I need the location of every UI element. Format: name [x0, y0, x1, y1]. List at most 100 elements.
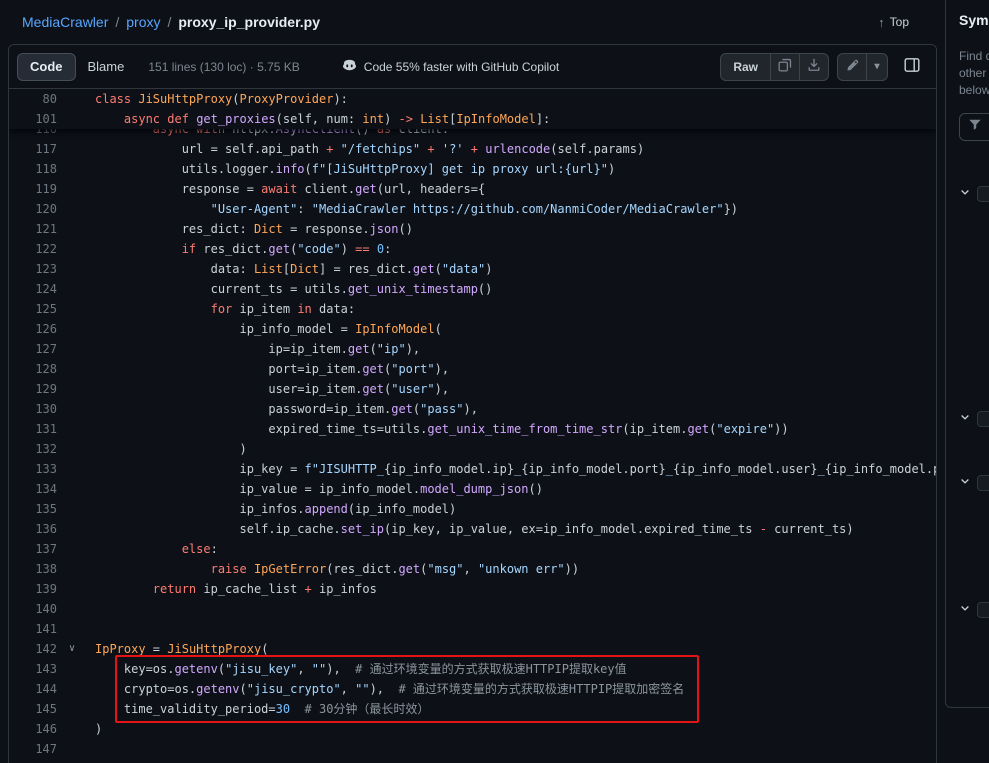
line-number[interactable]: 132: [9, 439, 57, 459]
line-number[interactable]: 147: [9, 739, 57, 759]
code-line-content: self.ip_cache.set_ip(ip_key, ip_value, e…: [57, 519, 936, 539]
code-line-content: ip_key = f"JISUHTTP_{ip_info_model.ip}_{…: [57, 459, 936, 479]
symbols-panel-toggle-button[interactable]: [896, 53, 928, 81]
clipped-code-line-wrap: 116 async with httpx.AsyncClient() as cl…: [9, 129, 936, 139]
line-number[interactable]: 126: [9, 319, 57, 339]
code-line-content: response = await client.get(url, headers…: [57, 179, 936, 199]
line-number[interactable]: 134: [9, 479, 57, 499]
edit-actions-group: ▾: [837, 53, 888, 81]
pencil-icon: [846, 59, 859, 75]
file-header-bar: MediaCrawler / proxy / proxy_ip_provider…: [0, 0, 989, 44]
chevron-down-icon: [959, 601, 971, 619]
line-number[interactable]: 140: [9, 599, 57, 619]
code-line: 133 ip_key = f"JISUHTTP_{ip_info_model.i…: [9, 459, 936, 479]
code-line: 127 ip=ip_item.get("ip"),: [9, 339, 936, 359]
code-line: 116 async with httpx.AsyncClient() as cl…: [9, 129, 936, 139]
breadcrumb-folder-link[interactable]: proxy: [126, 14, 160, 30]
code-line-content: utils.logger.info(f"[JiSuHttpProxy] get …: [57, 159, 936, 179]
line-number[interactable]: 128: [9, 359, 57, 379]
symbol-tree-toggle[interactable]: [959, 601, 989, 619]
code-line: 132 ): [9, 439, 936, 459]
code-line-content: "User-Agent": "MediaCrawler https://gith…: [57, 199, 936, 219]
line-number[interactable]: 117: [9, 139, 57, 159]
code-line-content: ip_info_model = IpInfoModel(: [57, 319, 936, 339]
code-line: 123 data: List[Dict] = res_dict.get("dat…: [9, 259, 936, 279]
line-number[interactable]: 135: [9, 499, 57, 519]
code-line: 118 utils.logger.info(f"[JiSuHttpProxy] …: [9, 159, 936, 179]
symbols-description-line: Find definitions and references for func…: [959, 48, 989, 65]
line-number[interactable]: 118: [9, 159, 57, 179]
code-line-content: time_validity_period=30 # 30分钟（最长时效）: [57, 699, 936, 719]
symbol-tree-toggle[interactable]: [959, 185, 989, 203]
code-line-content: crypto=os.getenv("jisu_crypto", ""), # 通…: [57, 679, 936, 699]
code-line: 138 raise IpGetError(res_dict.get("msg",…: [9, 559, 936, 579]
raw-button[interactable]: Raw: [720, 53, 771, 81]
line-number[interactable]: 127: [9, 339, 57, 359]
code-line-content: return ip_cache_list + ip_infos: [57, 579, 936, 599]
line-number[interactable]: 80: [9, 89, 57, 109]
line-number[interactable]: 125: [9, 299, 57, 319]
code-line-content: [57, 599, 936, 619]
line-number[interactable]: 133: [9, 459, 57, 479]
symbols-description-line: below or in the code.: [959, 82, 989, 99]
code-line-content: ): [57, 439, 936, 459]
line-number[interactable]: 130: [9, 399, 57, 419]
code-line-content: key=os.getenv("jisu_key", ""), # 通过环境变量的…: [57, 659, 936, 679]
symbol-tree-toggle[interactable]: [959, 474, 989, 492]
line-number[interactable]: 142: [9, 639, 57, 659]
line-number[interactable]: 146: [9, 719, 57, 739]
line-number[interactable]: 120: [9, 199, 57, 219]
collapse-chevron-icon[interactable]: ∨: [69, 639, 75, 659]
edit-file-button[interactable]: [837, 53, 867, 81]
filter-symbols-button[interactable]: [959, 113, 989, 141]
code-line: 125 for ip_item in data:: [9, 299, 936, 319]
breadcrumb-file-name: proxy_ip_provider.py: [178, 14, 320, 30]
symbol-pill: [977, 411, 989, 427]
scroll-to-top-label: Top: [890, 15, 909, 29]
line-number[interactable]: 143: [9, 659, 57, 679]
breadcrumb-repo-link[interactable]: MediaCrawler: [22, 14, 108, 30]
code-line: 121 res_dict: Dict = response.json(): [9, 219, 936, 239]
code-line-content: raise IpGetError(res_dict.get("msg", "un…: [57, 559, 936, 579]
line-number[interactable]: 145: [9, 699, 57, 719]
symbol-tree-toggle[interactable]: [959, 410, 989, 428]
breadcrumb: MediaCrawler / proxy / proxy_ip_provider…: [22, 14, 320, 30]
line-number[interactable]: 139: [9, 579, 57, 599]
scroll-to-top-button[interactable]: ↑ Top: [878, 15, 909, 30]
line-number[interactable]: 141: [9, 619, 57, 639]
line-number[interactable]: 124: [9, 279, 57, 299]
code-line: 147: [9, 739, 936, 759]
code-line: 134 ip_value = ip_info_model.model_dump_…: [9, 479, 936, 499]
code-line-content: expired_time_ts=utils.get_unix_time_from…: [57, 419, 936, 439]
edit-options-dropdown-button[interactable]: ▾: [866, 53, 888, 81]
line-number[interactable]: 122: [9, 239, 57, 259]
code-line: 141: [9, 619, 936, 639]
symbol-pill: [977, 602, 989, 618]
line-number[interactable]: 137: [9, 539, 57, 559]
code-line: 143 key=os.getenv("jisu_key", ""), # 通过环…: [9, 659, 936, 679]
line-number[interactable]: 101: [9, 109, 57, 129]
line-number[interactable]: 131: [9, 419, 57, 439]
line-number[interactable]: 136: [9, 519, 57, 539]
toolbar-actions: Raw ▾: [720, 53, 928, 81]
download-raw-button[interactable]: [799, 53, 829, 81]
tab-code[interactable]: Code: [17, 53, 76, 81]
line-number[interactable]: 138: [9, 559, 57, 579]
copy-raw-button[interactable]: [770, 53, 800, 81]
tab-blame[interactable]: Blame: [76, 53, 137, 81]
line-number[interactable]: 119: [9, 179, 57, 199]
code-line: 101 async def get_proxies(self, num: int…: [9, 109, 936, 129]
code-line-content: ip_value = ip_info_model.model_dump_json…: [57, 479, 936, 499]
code-line: 119 response = await client.get(url, hea…: [9, 179, 936, 199]
line-number[interactable]: 116: [9, 129, 57, 139]
code-line-content: ∨IpProxy = JiSuHttpProxy(: [57, 639, 936, 659]
line-number[interactable]: 123: [9, 259, 57, 279]
code-line-content: for ip_item in data:: [57, 299, 936, 319]
copilot-banner[interactable]: Code 55% faster with GitHub Copilot: [342, 58, 559, 76]
code-line-content: user=ip_item.get("user"),: [57, 379, 936, 399]
code-line-content: ip_infos.append(ip_info_model): [57, 499, 936, 519]
code-line: 128 port=ip_item.get("port"),: [9, 359, 936, 379]
line-number[interactable]: 129: [9, 379, 57, 399]
line-number[interactable]: 121: [9, 219, 57, 239]
line-number[interactable]: 144: [9, 679, 57, 699]
